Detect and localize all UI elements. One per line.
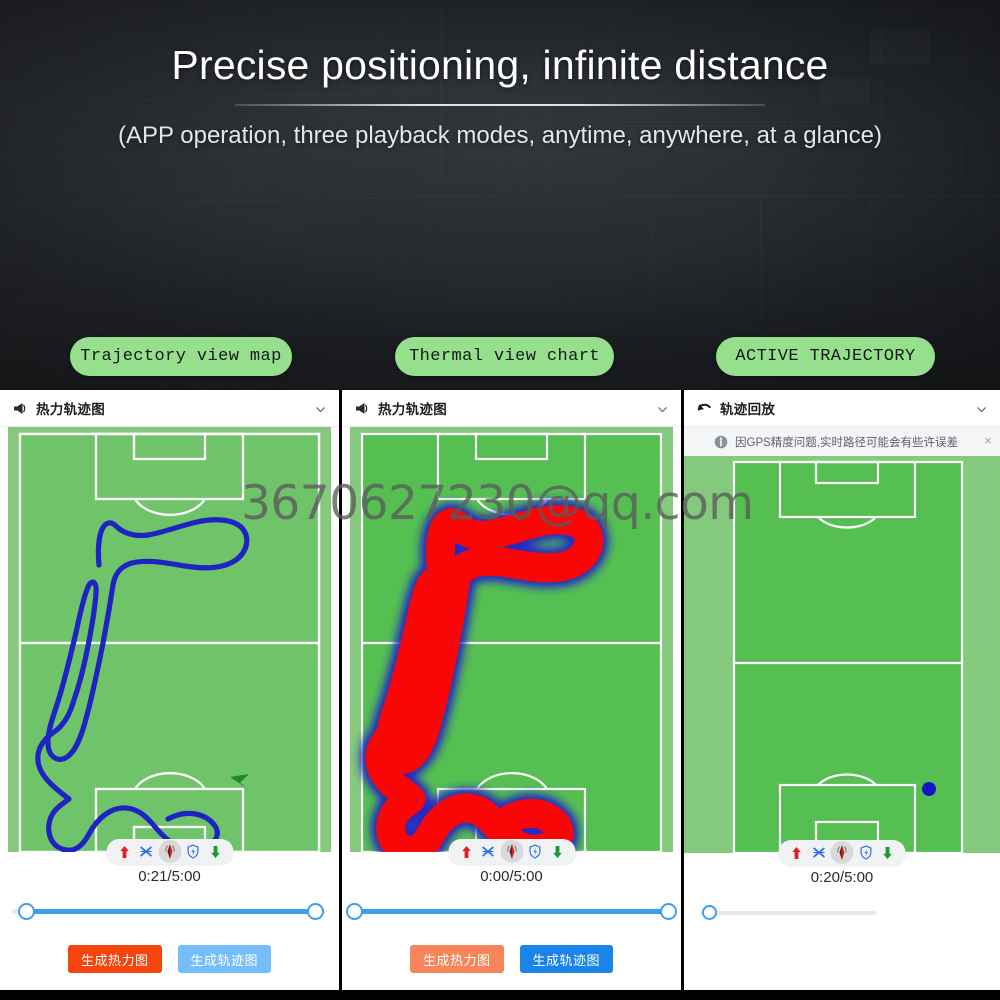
gps-notice-text: 因GPS精度问题,实时路径可能会有些许误差	[735, 434, 958, 450]
info-icon	[714, 435, 728, 449]
trajectory-controls: 0:21/5:00 生成热力图 生成轨迹图	[0, 852, 339, 973]
slider-handle-end[interactable]	[660, 903, 677, 920]
slider-fill	[353, 909, 671, 914]
shield-bolt-icon[interactable]	[856, 843, 876, 863]
field-action-iconbar[interactable]	[106, 839, 233, 864]
megaphone-icon	[12, 400, 29, 417]
panel-trajectory: 热力轨迹图	[0, 390, 339, 990]
playback-field-container[interactable]	[684, 456, 1000, 853]
chevron-down-icon[interactable]	[657, 402, 668, 413]
footer-bar	[0, 990, 1000, 1000]
slider-handle-start[interactable]	[18, 903, 35, 920]
arrow-up-icon[interactable]	[787, 843, 807, 863]
tab-thermal-view-chart[interactable]: Thermal view chart	[395, 337, 614, 376]
generate-trajectory-button[interactable]: 生成轨迹图	[178, 945, 272, 973]
thermal-controls: 0:00/5:00 生成热力图 生成轨迹图	[342, 852, 681, 973]
shuffle-icon[interactable]	[809, 843, 829, 863]
position-marker-dot	[922, 782, 936, 796]
panel-divider-2	[681, 390, 684, 990]
compass-marker-icon[interactable]	[158, 840, 181, 863]
generate-heatmap-button[interactable]: 生成热力图	[410, 945, 504, 973]
playback-controls: 0:20/5:00	[684, 853, 1000, 924]
panel-trajectory-title: 热力轨迹图	[36, 398, 105, 418]
title-underline	[235, 104, 765, 106]
arrow-up-icon[interactable]	[456, 842, 476, 862]
soccer-field-playback[interactable]	[684, 456, 1000, 853]
arrow-down-icon[interactable]	[878, 843, 898, 863]
panel-thermal-title: 热力轨迹图	[378, 398, 447, 418]
chevron-down-icon[interactable]	[315, 402, 326, 413]
panel-thermal: 热力轨迹图	[342, 390, 681, 990]
gps-accuracy-notice: 因GPS精度问题,实时路径可能会有些许误差 ×	[684, 427, 1000, 456]
trajectory-range-slider[interactable]	[12, 899, 327, 923]
thermal-action-buttons: 生成热力图 生成轨迹图	[342, 923, 681, 973]
soccer-field-thermal[interactable]	[342, 427, 681, 852]
page-title: Precise positioning, infinite distance	[0, 42, 1000, 89]
slider-handle-start[interactable]	[346, 903, 363, 920]
page-subtitle: (APP operation, three playback modes, an…	[0, 122, 1000, 150]
page-root: Precise positioning, infinite distance (…	[0, 0, 1000, 1000]
shield-bolt-icon[interactable]	[525, 842, 545, 862]
generate-trajectory-button[interactable]: 生成轨迹图	[520, 945, 614, 973]
shield-bolt-icon[interactable]	[183, 842, 203, 862]
megaphone-icon	[354, 400, 371, 417]
panel-trajectory-header: 热力轨迹图	[0, 390, 339, 427]
shuffle-icon[interactable]	[478, 842, 498, 862]
soccer-field-trajectory[interactable]	[0, 427, 339, 852]
panel-divider-1	[339, 390, 342, 990]
slider-track	[700, 911, 876, 915]
slider-handle-end[interactable]	[307, 903, 324, 920]
arrow-down-icon[interactable]	[547, 842, 567, 862]
tab-trajectory-view-map[interactable]: Trajectory view map	[70, 337, 292, 376]
hero-banner: Precise positioning, infinite distance (…	[0, 0, 1000, 390]
field-action-iconbar[interactable]	[779, 840, 906, 865]
arrow-down-icon[interactable]	[205, 842, 225, 862]
panel-playback: 轨迹回放 因GPS精度问题,实时路径可能会有些许误差 ×	[684, 390, 1000, 990]
playback-progress-slider[interactable]	[700, 902, 876, 924]
arrow-up-icon[interactable]	[114, 842, 134, 862]
panel-playback-header: 轨迹回放	[684, 390, 1000, 427]
panel-playback-title: 轨迹回放	[720, 398, 775, 418]
tab-active-trajectory[interactable]: ACTIVE TRAJECTORY	[716, 337, 935, 376]
field-action-iconbar[interactable]	[448, 839, 575, 864]
slider-fill	[25, 909, 321, 914]
close-icon[interactable]: ×	[984, 434, 992, 448]
back-arrow-icon[interactable]	[696, 400, 713, 417]
chevron-down-icon[interactable]	[976, 402, 987, 413]
trajectory-action-buttons: 生成热力图 生成轨迹图	[0, 923, 339, 973]
thermal-range-slider[interactable]	[346, 899, 677, 923]
panel-thermal-header: 热力轨迹图	[342, 390, 681, 427]
compass-marker-icon[interactable]	[500, 840, 523, 863]
trajectory-field-container[interactable]	[0, 427, 339, 852]
generate-heatmap-button[interactable]: 生成热力图	[68, 945, 162, 973]
shuffle-icon[interactable]	[136, 842, 156, 862]
compass-marker-icon[interactable]	[831, 841, 854, 864]
thermal-field-container[interactable]	[342, 427, 681, 852]
slider-handle[interactable]	[702, 905, 717, 920]
